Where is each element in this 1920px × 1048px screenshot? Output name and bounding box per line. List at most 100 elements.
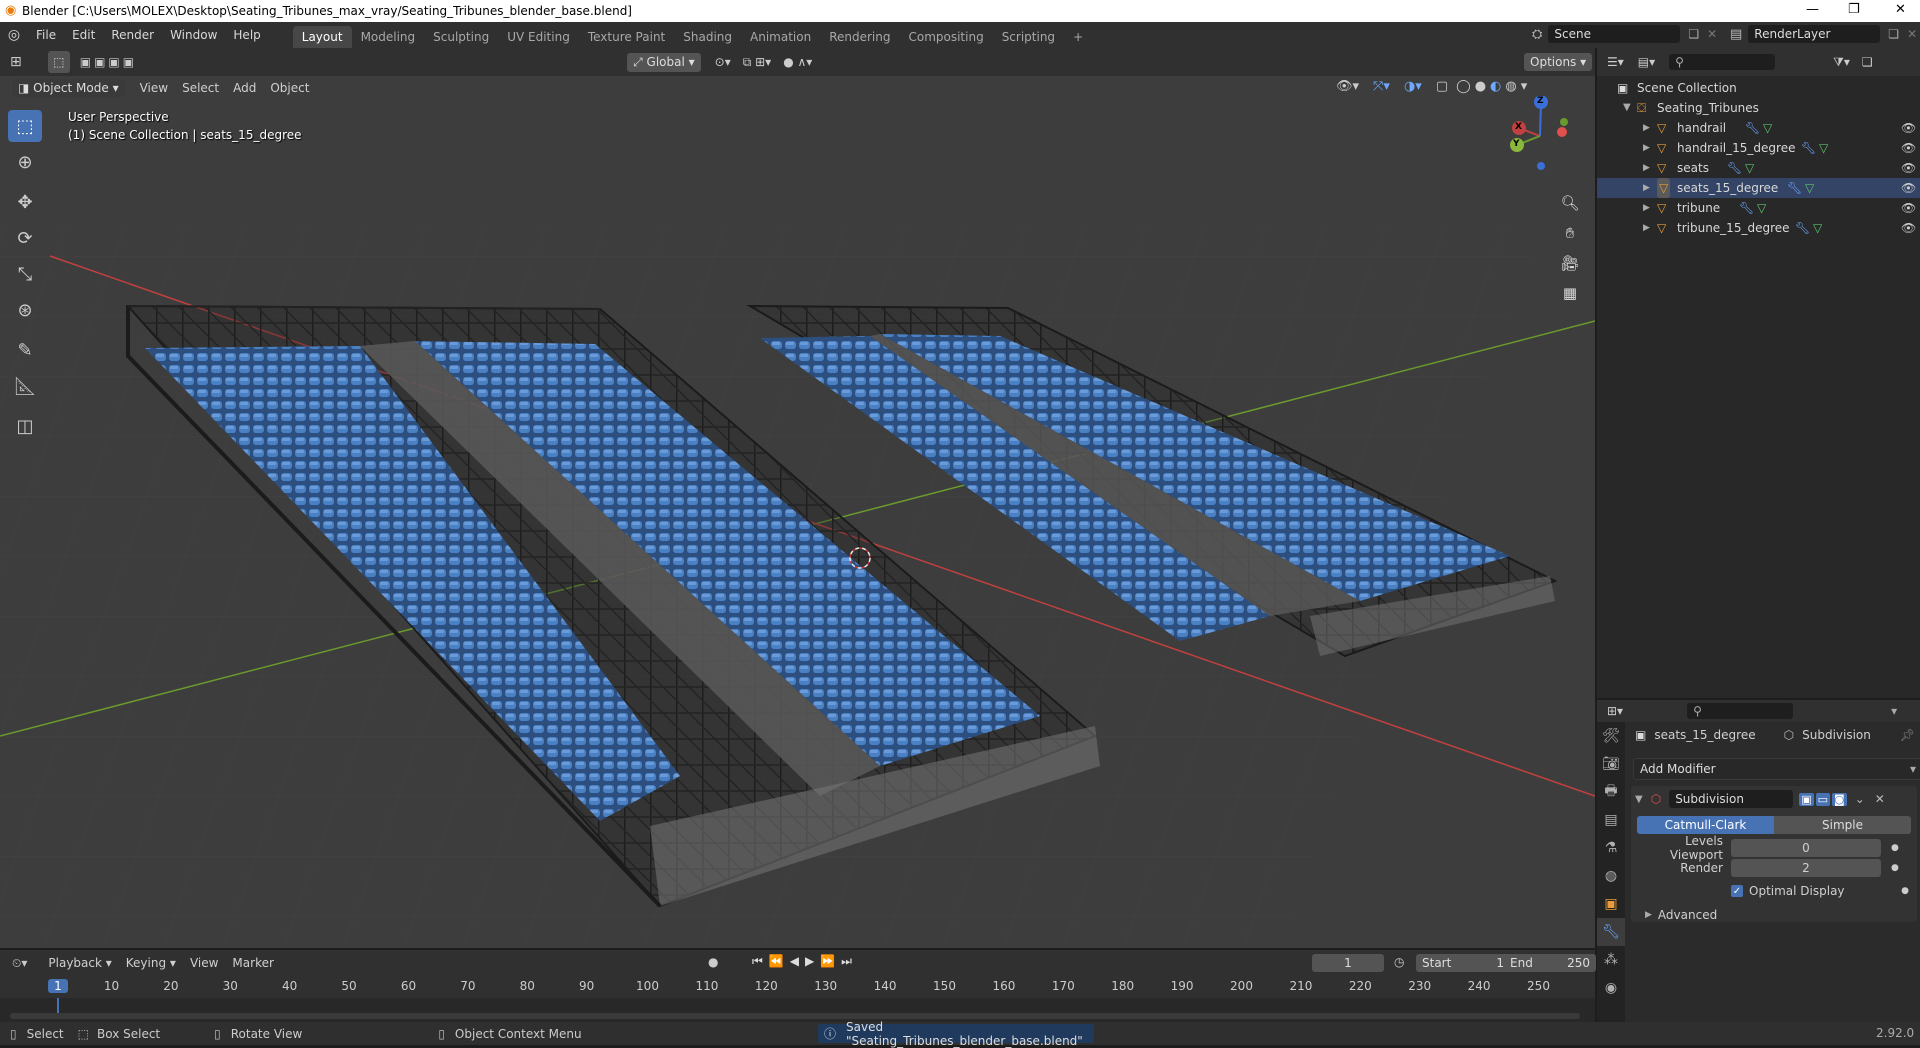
add-cube-tool-icon[interactable]: ◫: [8, 410, 42, 442]
properties-editor-icon[interactable]: ⊞▾: [1607, 704, 1623, 718]
expand-arrow-icon[interactable]: ▼: [1623, 98, 1631, 118]
modifier-menu-icon[interactable]: ⌄: [1855, 792, 1865, 806]
visibility-eye-icon[interactable]: 👁︎: [1901, 178, 1916, 198]
outliner-collection-row[interactable]: ▼ ⛋ Seating_Tribunes: [1597, 98, 1920, 118]
timeline-editor-icon[interactable]: ⏲▾: [12, 956, 27, 971]
display-mode-icon[interactable]: ▤▾: [1638, 55, 1655, 69]
mesh-data-icon[interactable]: ▽: [1813, 218, 1822, 238]
collapse-arrow-icon[interactable]: ▶: [1643, 118, 1650, 138]
collapse-arrow-icon[interactable]: ▶: [1643, 218, 1650, 238]
outliner-object-row[interactable]: ▶ ▽ tribune 🔧︎ ▽ 👁︎: [1597, 198, 1920, 218]
render-toggle-icon[interactable]: ◙: [1832, 792, 1847, 806]
rendered-shading-icon[interactable]: ◍: [1505, 79, 1516, 94]
visibility-eye-icon[interactable]: 👁︎: [1901, 118, 1916, 138]
tab-shading[interactable]: Shading: [674, 26, 741, 48]
snap-icon[interactable]: ⧉ ⊞▾: [743, 55, 771, 70]
advanced-expand-icon[interactable]: ▶: [1645, 910, 1652, 920]
tab-scripting[interactable]: Scripting: [993, 26, 1064, 48]
menu-add[interactable]: Add: [226, 81, 263, 95]
menu-select[interactable]: Select: [175, 81, 226, 95]
simple-button[interactable]: Simple: [1774, 816, 1911, 834]
visibility-eye-icon[interactable]: 👁︎: [1901, 218, 1916, 238]
edit-mode-toggle-icon[interactable]: ▣: [1799, 792, 1814, 806]
modifier-wrench-icon[interactable]: 🔧︎: [1801, 138, 1816, 158]
camera-view-icon[interactable]: 🎥︎: [1557, 254, 1583, 284]
end-frame-input[interactable]: End 250: [1504, 954, 1596, 972]
outliner-object-row-selected[interactable]: ▶ ▽ seats_15_degree 🔧︎ ▽ 👁︎: [1597, 178, 1920, 198]
optimal-display-checkbox[interactable]: ✓: [1731, 885, 1743, 897]
measure-tool-icon[interactable]: 📐︎: [8, 370, 42, 402]
timeline-track-area[interactable]: [0, 998, 1595, 1022]
menu-render[interactable]: Render: [103, 22, 162, 48]
new-view-layer-icon[interactable]: ❏: [1888, 27, 1899, 41]
mesh-data-icon[interactable]: ▽: [1757, 198, 1766, 218]
tab-animation[interactable]: Animation: [741, 26, 820, 48]
zoom-icon[interactable]: 🔍︎: [1557, 194, 1583, 224]
start-frame-input[interactable]: Start 1: [1416, 954, 1510, 972]
remove-view-layer-icon[interactable]: ✕: [1907, 27, 1917, 41]
menu-keying[interactable]: Keying ▾: [119, 956, 183, 970]
gizmo-toggle-icon[interactable]: ⤧▾: [1373, 79, 1390, 94]
particles-properties-icon[interactable]: ⁂: [1597, 946, 1625, 974]
menu-window[interactable]: Window: [162, 22, 225, 48]
collapse-arrow-icon[interactable]: ▶: [1643, 138, 1650, 158]
pin-icon[interactable]: 📌︎: [1900, 728, 1915, 742]
view-layer-field[interactable]: RenderLayer: [1748, 25, 1881, 43]
modifier-wrench-icon[interactable]: 🔧︎: [1745, 118, 1760, 138]
mesh-data-icon[interactable]: ▽: [1763, 118, 1772, 138]
options-dropdown[interactable]: Options ▾: [1524, 53, 1593, 71]
pan-hand-icon[interactable]: ✋︎: [1557, 224, 1583, 254]
modifier-properties-icon[interactable]: 🔧︎: [1597, 918, 1625, 946]
visibility-eye-icon[interactable]: 👁︎: [1901, 138, 1916, 158]
render-properties-icon[interactable]: 📷︎: [1597, 750, 1625, 778]
tab-sculpting[interactable]: Sculpting: [424, 26, 498, 48]
visibility-eye-icon[interactable]: 👁︎: [1901, 198, 1916, 218]
view-layer-selector[interactable]: ▤ RenderLayer ❏ ✕: [1730, 25, 1917, 43]
collapse-arrow-icon[interactable]: ▶: [1643, 178, 1650, 198]
keyframe-dot-icon[interactable]: ●: [1901, 886, 1909, 896]
selection-mode-icons[interactable]: ▣▣▣▣: [80, 55, 137, 69]
outliner-scene-collection[interactable]: ▣ Scene Collection: [1597, 78, 1920, 98]
annotate-tool-icon[interactable]: ✎: [8, 334, 42, 366]
new-scene-icon[interactable]: ❏: [1688, 27, 1699, 41]
output-properties-icon[interactable]: 🖶︎: [1597, 778, 1625, 806]
transform-tool-icon[interactable]: ⊛: [8, 294, 42, 326]
menu-view[interactable]: View: [133, 81, 175, 95]
shading-options-icon[interactable]: ▾: [1521, 79, 1528, 94]
mesh-data-icon[interactable]: ▽: [1819, 138, 1828, 158]
properties-options-icon[interactable]: ▾: [1891, 704, 1897, 718]
restore-button[interactable]: ❐: [1848, 2, 1860, 17]
object-properties-icon[interactable]: ▣: [1597, 890, 1625, 918]
tab-uv-editing[interactable]: UV Editing: [498, 26, 579, 48]
proportional-edit-icon[interactable]: ● ∧▾: [783, 55, 812, 69]
filter-icon[interactable]: ⧩▾: [1833, 55, 1850, 70]
menu-playback[interactable]: Playback ▾: [41, 956, 118, 970]
preview-range-icon[interactable]: ◷: [1394, 955, 1404, 969]
modifier-wrench-icon[interactable]: 🔧︎: [1787, 178, 1802, 198]
add-modifier-dropdown[interactable]: Add Modifier ▾: [1633, 758, 1920, 780]
scene-selector[interactable]: ⛭ Scene ❏ ✕: [1532, 25, 1717, 43]
xray-icon[interactable]: ▢: [1436, 79, 1448, 94]
levels-viewport-input[interactable]: 0: [1731, 839, 1881, 857]
current-frame-input[interactable]: 1: [1312, 954, 1384, 972]
close-button[interactable]: ✕: [1895, 2, 1906, 17]
auto-keying-icon[interactable]: ●: [708, 955, 718, 969]
menu-help[interactable]: Help: [225, 22, 268, 48]
modifier-name-input[interactable]: Subdivision: [1669, 790, 1794, 808]
scene-name-field[interactable]: Scene: [1548, 25, 1681, 43]
outliner-object-row[interactable]: ▶ ▽ handrail_15_degree 🔧︎ ▽ 👁︎: [1597, 138, 1920, 158]
panel-collapse-icon[interactable]: ▼: [1635, 794, 1643, 805]
properties-search-input[interactable]: ⚲: [1687, 703, 1794, 719]
remove-scene-icon[interactable]: ✕: [1707, 27, 1717, 41]
tool-properties-icon[interactable]: 🛠︎: [1597, 722, 1625, 750]
outliner-search-input[interactable]: ⚲: [1669, 54, 1776, 70]
render-levels-input[interactable]: 2: [1731, 859, 1881, 877]
modifier-wrench-icon[interactable]: 🔧︎: [1727, 158, 1742, 178]
scene-properties-icon[interactable]: ⚗︎: [1597, 834, 1625, 862]
viewport-toggle-icon[interactable]: ▭: [1815, 792, 1830, 806]
3d-viewport[interactable]: Z X Y 🔍︎ ✋︎ 🎥︎ ▦: [0, 76, 1595, 948]
timeline-ruler[interactable]: 1 10 20 30 40 50 60 70 80 90 100 110 120 130 140 150 160…: [0, 976, 1595, 998]
add-workspace-button[interactable]: +: [1064, 26, 1092, 48]
view-layer-properties-icon[interactable]: ▤: [1597, 806, 1625, 834]
catmull-clark-button[interactable]: Catmull-Clark: [1637, 816, 1774, 834]
